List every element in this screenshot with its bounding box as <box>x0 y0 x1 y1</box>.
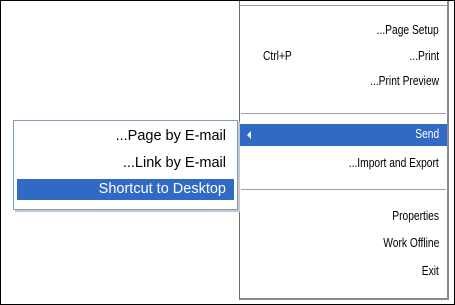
send-submenu: ...Page by E-mail ...Link by E-mail Shor… <box>13 120 238 210</box>
screenshot-frame: ...Page Setup Ctrl+P ...Print ...Print P… <box>0 0 455 305</box>
menu-item-label: Exit <box>421 264 439 278</box>
menu-item-label: ...Print <box>409 49 439 63</box>
submenu-item-label: ...Page by E-mail <box>115 128 226 144</box>
menu-item-label: Properties <box>392 209 439 223</box>
menu-item-send[interactable]: Send <box>240 124 447 146</box>
menu-item-shortcut: Ctrl+P <box>263 49 292 63</box>
submenu-item-label: ...Link by E-mail <box>122 155 226 171</box>
menu-separator <box>241 113 446 114</box>
menu-item-import-export[interactable]: ...Import and Export <box>240 153 447 175</box>
menu-item-work-offline[interactable]: Work Offline <box>240 233 447 255</box>
submenu-item-shortcut-to-desktop[interactable]: Shortcut to Desktop <box>17 179 234 200</box>
submenu-arrow-icon <box>247 131 251 139</box>
menu-item-label: Send <box>415 127 439 141</box>
menu-top-separator <box>240 5 447 6</box>
menu-item-page-setup[interactable]: ...Page Setup <box>240 20 447 42</box>
submenu-item-page-by-email[interactable]: ...Page by E-mail <box>17 126 234 147</box>
menu-item-label: ...Import and Export <box>348 156 439 170</box>
menu-separator <box>241 189 446 190</box>
submenu-item-label: Shortcut to Desktop <box>98 181 226 197</box>
menu-item-label: ...Print Preview <box>370 74 439 88</box>
menu-item-print-preview[interactable]: ...Print Preview <box>240 71 447 93</box>
menu-item-properties[interactable]: Properties <box>240 206 447 228</box>
file-menu: ...Page Setup Ctrl+P ...Print ...Print P… <box>239 1 449 300</box>
menu-item-exit[interactable]: Exit <box>240 261 447 283</box>
submenu-item-link-by-email[interactable]: ...Link by E-mail <box>17 153 234 174</box>
menu-item-print[interactable]: Ctrl+P ...Print <box>240 46 447 68</box>
menu-item-label: ...Page Setup <box>376 23 439 37</box>
menu-item-label: Work Offline <box>382 236 439 250</box>
